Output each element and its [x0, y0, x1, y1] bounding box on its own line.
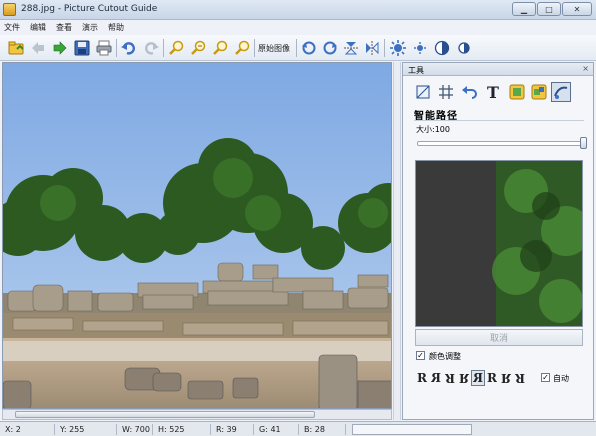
- menu-help[interactable]: 帮助: [108, 22, 124, 33]
- window-title: 288.jpg - Picture Cutout Guide: [21, 4, 158, 14]
- color-adjust-checkbox[interactable]: ✓: [416, 351, 425, 360]
- zoom-fit-icon[interactable]: [210, 38, 230, 58]
- photo-image: [3, 63, 391, 408]
- preview-image: [415, 160, 583, 327]
- brush-style-row: R R R R R R R R: [415, 370, 527, 386]
- rotate-right-icon[interactable]: [320, 38, 340, 58]
- close-button[interactable]: ✕: [562, 2, 592, 16]
- redo-icon[interactable]: [141, 38, 161, 58]
- brush-style-5[interactable]: R: [471, 370, 485, 386]
- panel-splitter[interactable]: [393, 62, 401, 420]
- contrast-small-icon[interactable]: [454, 38, 474, 58]
- brush-style-4[interactable]: R: [457, 370, 471, 386]
- magic-path-icon[interactable]: [551, 82, 571, 102]
- panel-close-icon[interactable]: ×: [582, 64, 589, 73]
- menu-demo[interactable]: 演示: [82, 22, 98, 33]
- divider: [414, 120, 584, 121]
- maximize-button[interactable]: □: [537, 2, 561, 16]
- brush-style-6[interactable]: R: [485, 370, 499, 386]
- print-icon[interactable]: [94, 38, 114, 58]
- save-icon[interactable]: [72, 38, 92, 58]
- flip-vertical-icon[interactable]: [341, 38, 361, 58]
- contrast-icon[interactable]: [432, 38, 452, 58]
- menu-bar: 文件 编辑 查看 演示 帮助: [0, 20, 596, 35]
- minimize-button[interactable]: ▁: [512, 2, 536, 16]
- status-g: G: 41: [259, 425, 281, 434]
- brush-style-3[interactable]: R: [443, 370, 457, 386]
- undo-arrow-icon[interactable]: [459, 82, 479, 102]
- cancel-button[interactable]: 取消: [415, 329, 583, 346]
- title-bar: 288.jpg - Picture Cutout Guide ▁ □ ✕: [0, 0, 596, 20]
- open-icon[interactable]: [6, 38, 26, 58]
- status-y: Y: 255: [60, 425, 85, 434]
- status-x: X: 2: [5, 425, 21, 434]
- status-r: R: 39: [216, 425, 237, 434]
- auto-label: 自动: [553, 374, 569, 383]
- panel-title: 工具: [408, 66, 424, 75]
- brush-style-8[interactable]: R: [513, 370, 527, 386]
- back-icon[interactable]: [28, 38, 48, 58]
- settings-small-icon[interactable]: [410, 38, 430, 58]
- text-icon[interactable]: T: [483, 82, 503, 102]
- zoom-out-icon[interactable]: [188, 38, 208, 58]
- app-icon: [3, 3, 16, 16]
- flip-horizontal-icon[interactable]: [362, 38, 382, 58]
- layer-replace-icon[interactable]: [529, 82, 549, 102]
- size-slider-knob[interactable]: [580, 137, 587, 149]
- status-bar: X: 2 Y: 255 W: 700 H: 525 R: 39 G: 41 B:…: [0, 421, 596, 436]
- forward-icon[interactable]: [50, 38, 70, 58]
- brush-style-7[interactable]: R: [499, 370, 513, 386]
- rotate-left-icon[interactable]: [299, 38, 319, 58]
- original-image-button[interactable]: 原始图像: [258, 43, 290, 54]
- tool-panel: 工具 × T 智能路径 大小:100 取消 ✓ 颜色调整 R R R R R R…: [402, 62, 594, 420]
- horizontal-scrollbar[interactable]: [2, 409, 392, 420]
- menu-file[interactable]: 文件: [4, 22, 20, 33]
- color-adjust-label: 颜色调整: [429, 352, 461, 361]
- layer-add-icon[interactable]: [507, 82, 527, 102]
- image-canvas[interactable]: [2, 62, 392, 409]
- status-h: H: 525: [158, 425, 185, 434]
- menu-edit[interactable]: 编辑: [30, 22, 46, 33]
- zoom-actual-icon[interactable]: [232, 38, 252, 58]
- brightness-icon[interactable]: [388, 38, 408, 58]
- size-slider[interactable]: [417, 141, 583, 146]
- undo-icon[interactable]: [119, 38, 139, 58]
- panel-header: 工具 ×: [403, 63, 593, 76]
- status-b: B: 28: [304, 425, 325, 434]
- horizontal-scroll-thumb[interactable]: [15, 411, 315, 418]
- brush-style-1[interactable]: R: [415, 370, 429, 386]
- menu-view[interactable]: 查看: [56, 22, 72, 33]
- progress-bar: [352, 424, 472, 435]
- toolbar: 原始图像: [0, 35, 596, 61]
- grid-icon[interactable]: [436, 82, 456, 102]
- crop-icon[interactable]: [413, 82, 433, 102]
- size-label: 大小:100: [416, 125, 450, 134]
- zoom-in-icon[interactable]: [166, 38, 186, 58]
- brush-style-2[interactable]: R: [429, 370, 443, 386]
- auto-checkbox[interactable]: ✓: [541, 373, 550, 382]
- status-w: W: 700: [122, 425, 150, 434]
